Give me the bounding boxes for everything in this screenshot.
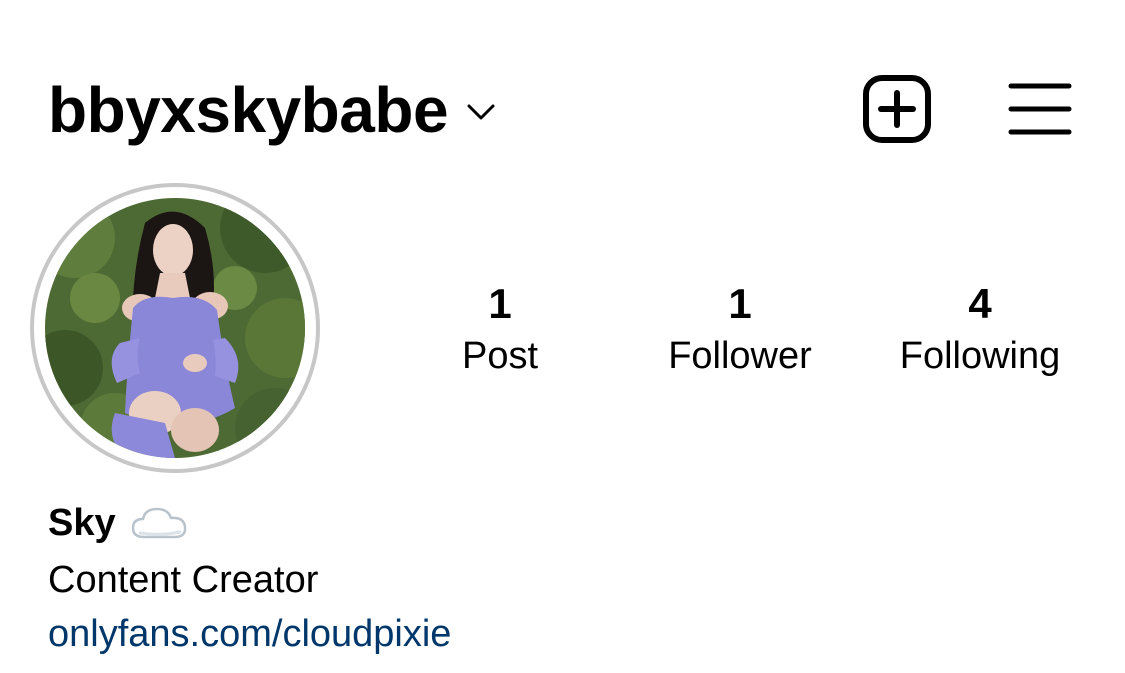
hamburger-menu-icon [1008, 83, 1072, 135]
profile-photo [45, 198, 305, 458]
followers-label: Follower [668, 335, 812, 377]
display-name: Sky [48, 502, 116, 544]
avatar [45, 198, 305, 458]
posts-label: Post [461, 335, 539, 377]
bio-link[interactable]: onlyfans.com/cloudpixie [48, 609, 451, 659]
menu-button[interactable] [1006, 78, 1074, 140]
following-count[interactable]: 4 Following [870, 278, 1090, 382]
bio-text: Content Creator [48, 559, 319, 601]
new-post-button[interactable] [862, 74, 932, 144]
username: bbyxskybabe [48, 74, 449, 146]
posts-count[interactable]: 1 Post [390, 278, 610, 382]
cloud-icon [131, 507, 186, 539]
profile-avatar[interactable] [30, 183, 320, 473]
followers-count[interactable]: 1 Follower [630, 278, 850, 382]
posts-number: 1 [488, 280, 512, 327]
following-number: 4 [968, 280, 992, 327]
chevron-down-icon [467, 104, 495, 120]
followers-number: 1 [728, 280, 752, 327]
profile-header: bbyxskybabe [0, 0, 1125, 200]
account-switcher[interactable]: bbyxskybabe [48, 70, 496, 150]
profile-name: Sky [48, 498, 188, 548]
plus-square-icon [863, 75, 931, 143]
following-label: Following [899, 335, 1061, 377]
